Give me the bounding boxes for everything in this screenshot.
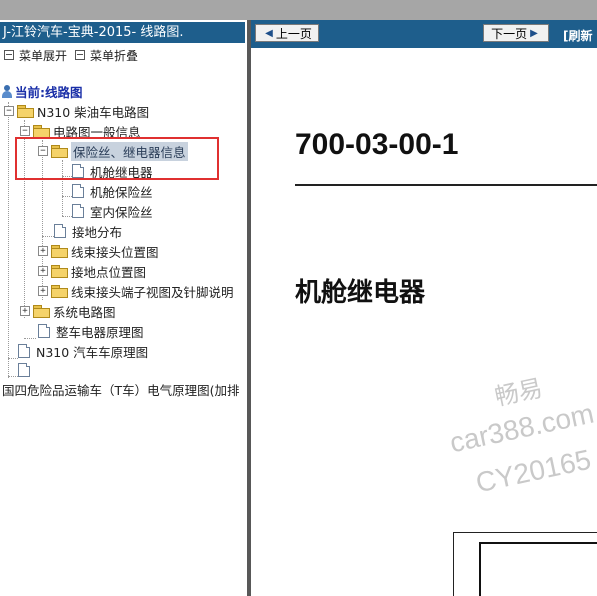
tree-line	[8, 102, 9, 378]
tree-item-empty[interactable]	[18, 361, 36, 379]
tree-line	[62, 196, 72, 197]
menu-collapse-button[interactable]: 菜单折叠	[75, 47, 138, 64]
tree-item-hazmat-schematic[interactable]: 国四危险品运输车（T车）电气原理图(加排	[2, 380, 240, 398]
prev-page-label: 上一页	[275, 26, 312, 41]
tree-item-ground-distribution[interactable]: 接地分布	[54, 222, 122, 240]
tree-current: 当前:线路图	[2, 82, 83, 100]
window-top-bar	[0, 0, 597, 20]
heading-rule	[295, 184, 597, 186]
tree-item-system-circuit[interactable]: + 系统电路图	[20, 302, 116, 320]
tree-item-label: 室内保险丝	[90, 204, 153, 220]
next-page-label: 下一页	[491, 26, 528, 41]
tree-line	[62, 216, 72, 217]
tree-item-connector-terminal-view[interactable]: + 线束接头端子视图及针脚说明	[38, 282, 234, 300]
expand-toggle-icon[interactable]: +	[38, 266, 48, 276]
current-location-label: 当前:线路图	[15, 84, 83, 100]
tree-item-n310-diesel[interactable]: − N310 柴油车电路图	[4, 102, 149, 120]
folder-icon	[51, 245, 68, 258]
tree-item-label: 国四危险品运输车（T车）电气原理图(加排	[2, 382, 240, 398]
watermark-text: 畅易	[492, 374, 546, 412]
arrow-left-icon: ◀	[265, 27, 273, 39]
arrow-right-icon: ▶	[530, 27, 538, 39]
tree-item-label: 机舱保险丝	[90, 184, 153, 200]
page-nav-bar: ◀ 上一页 下一页 ▶ [刷新	[251, 20, 597, 48]
folder-open-icon	[33, 125, 50, 138]
folder-icon	[51, 265, 68, 278]
document-icon	[18, 344, 30, 358]
document-heading: 机舱继电器	[295, 278, 426, 308]
expand-toggle-icon[interactable]: +	[20, 306, 30, 316]
document-icon	[18, 363, 30, 377]
tree-line	[8, 376, 18, 377]
document-code: 700-03-00-1	[295, 128, 459, 161]
folder-icon	[51, 285, 68, 298]
tree-item-label: 接地分布	[72, 224, 123, 240]
expand-toggle-icon[interactable]: +	[38, 286, 48, 296]
document-icon	[54, 224, 66, 238]
right-pane: ◀ 上一页 下一页 ▶ [刷新 700-03-00-1 机舱继电器 畅易 car…	[251, 20, 597, 596]
menu-expand-label: 菜单展开	[19, 48, 68, 63]
tree-item-interior-fuse[interactable]: 室内保险丝	[72, 202, 153, 220]
menu-collapse-label: 菜单折叠	[90, 48, 139, 63]
document-icon	[38, 324, 50, 338]
expand-toggle-icon[interactable]: +	[38, 246, 48, 256]
tree-item-engine-fuse[interactable]: 机舱保险丝	[72, 182, 153, 200]
tree-item-label: N310 柴油车电路图	[37, 104, 150, 120]
menu-expand-button[interactable]: 菜单展开	[4, 47, 67, 64]
person-icon	[2, 84, 12, 98]
collapse-toggle-icon[interactable]: −	[4, 106, 14, 116]
tree-line	[42, 236, 54, 237]
expand-icon	[4, 50, 14, 60]
document-icon	[72, 204, 84, 218]
document-icon	[72, 184, 84, 198]
diagram-frame-inner	[479, 542, 597, 596]
next-page-button[interactable]: 下一页 ▶	[483, 24, 549, 42]
document-view: 700-03-00-1 机舱继电器 畅易 car388.com CY20165	[251, 48, 597, 596]
tree-line	[24, 338, 36, 339]
watermark-text: CY20165	[473, 443, 594, 499]
refresh-link[interactable]: [刷新	[563, 27, 593, 44]
menu-toolbar: 菜单展开 菜单折叠	[4, 46, 146, 64]
tree-item-n310-schematic[interactable]: N310 汽车车原理图	[18, 342, 148, 360]
tree-item-label: 线束接头端子视图及针脚说明	[71, 284, 234, 300]
left-pane: J-江铃汽车-宝典-2015- 线路图. 菜单展开 菜单折叠 当前:线路图 − …	[0, 20, 247, 596]
tree-line	[8, 358, 18, 359]
tree-item-label: 系统电路图	[53, 304, 116, 320]
folder-icon	[33, 305, 50, 318]
folder-open-icon	[17, 105, 34, 118]
pane-title: J-江铃汽车-宝典-2015- 线路图.	[0, 22, 245, 43]
highlight-annotation	[15, 137, 219, 180]
tree-item-ground-point-location[interactable]: + 接地点位置图	[38, 262, 146, 280]
prev-page-button[interactable]: ◀ 上一页	[255, 24, 319, 42]
tree-item-label: 线束接头位置图	[71, 244, 159, 260]
collapse-toggle-icon[interactable]: −	[20, 126, 30, 136]
tree-item-label: N310 汽车车原理图	[36, 344, 149, 360]
tree-item-vehicle-schematic[interactable]: 整车电器原理图	[38, 322, 144, 340]
tree-item-label: 接地点位置图	[71, 264, 147, 280]
tree-item-label: 整车电器原理图	[56, 324, 144, 340]
collapse-icon	[75, 50, 86, 60]
tree-item-connector-location[interactable]: + 线束接头位置图	[38, 242, 159, 260]
